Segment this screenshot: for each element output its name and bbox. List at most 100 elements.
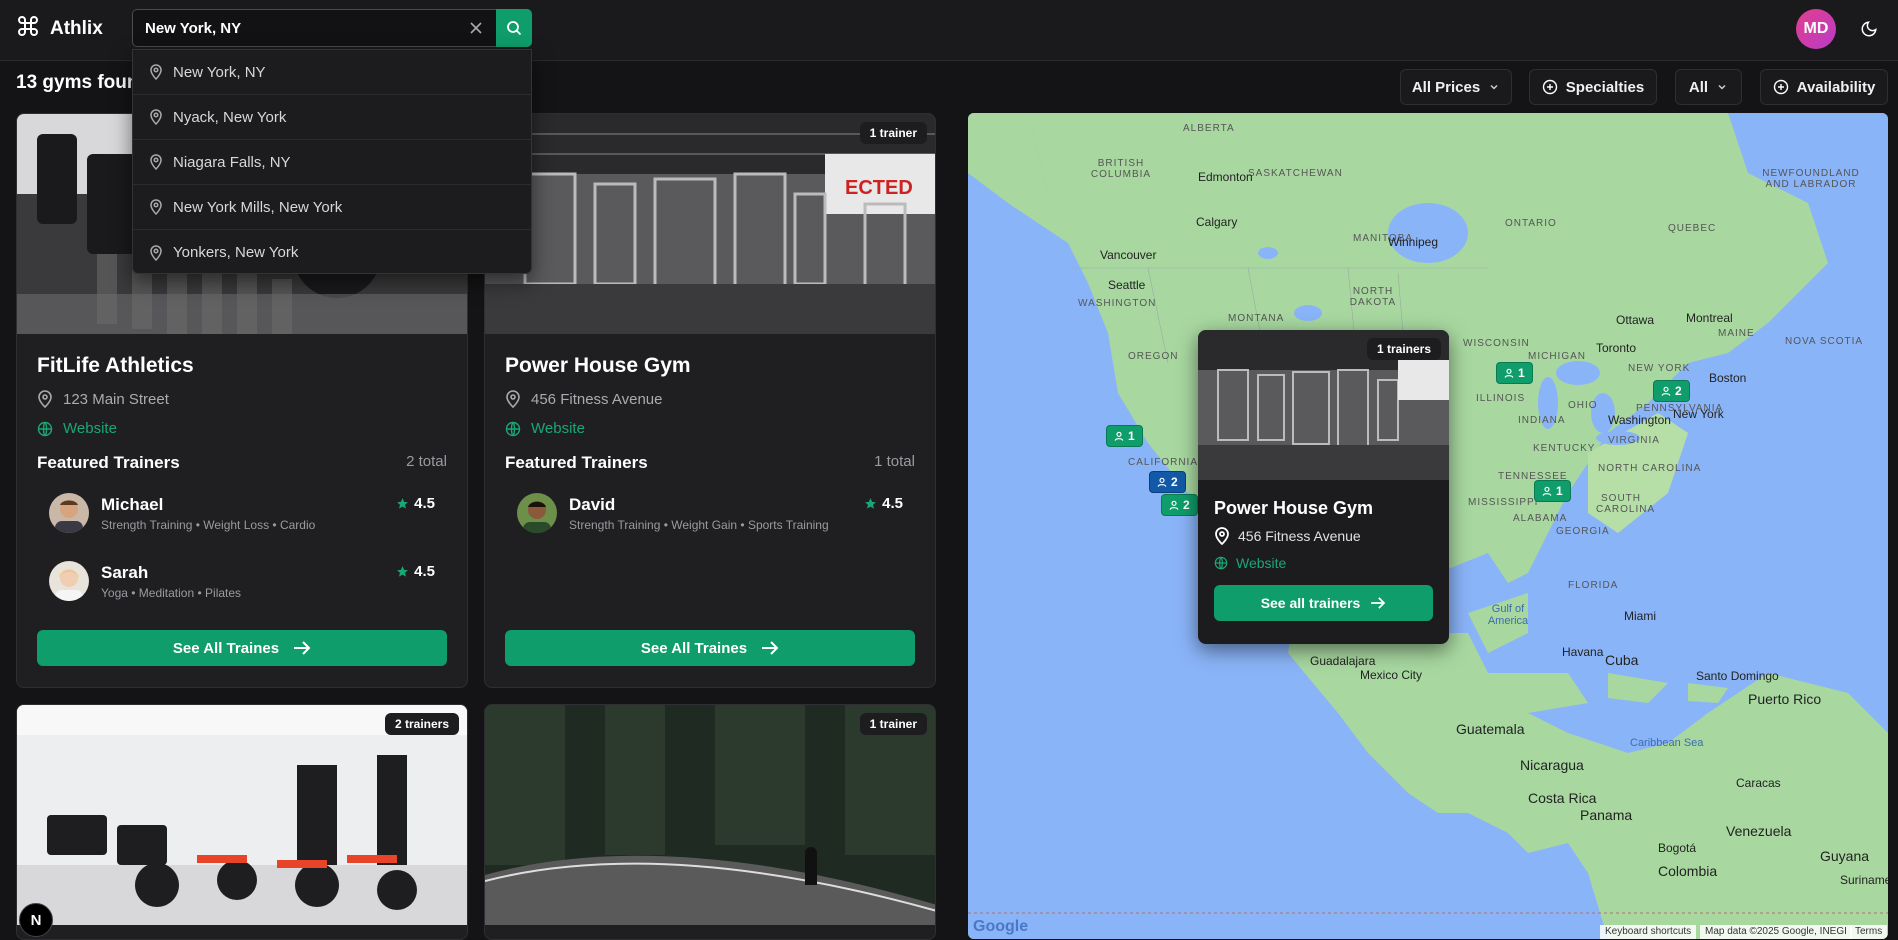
- map-pin-icon: [150, 244, 162, 261]
- region-label: BRITISH COLUMBIA: [1090, 158, 1152, 180]
- suggestion-item[interactable]: Yonkers, New York: [133, 230, 531, 275]
- water-label: Caribbean Sea: [1630, 737, 1704, 749]
- gym-photo: 1 trainer: [485, 705, 935, 925]
- chevron-down-icon: [1718, 84, 1726, 90]
- see-all-trainers-button[interactable]: See All Traines: [37, 630, 447, 666]
- city-label: Boston: [1709, 371, 1747, 385]
- map-pin-icon: [150, 64, 162, 80]
- gym-address: 456 Fitness Avenue: [505, 390, 915, 408]
- region-label: OREGON: [1128, 351, 1179, 362]
- search-button[interactable]: [496, 9, 532, 47]
- trainer-specialties: Strength Training • Weight Loss • Cardio: [101, 517, 316, 532]
- arrow-right-icon: [294, 641, 311, 655]
- popup-gym-address: 456 Fitness Avenue: [1214, 527, 1433, 545]
- map-marker[interactable]: 1: [1496, 362, 1533, 384]
- gym-website-link[interactable]: Website: [37, 420, 447, 437]
- arrow-right-icon: [762, 641, 779, 655]
- region-label: CALIFORNIA: [1128, 457, 1199, 468]
- region-label: ONTARIO: [1505, 218, 1557, 229]
- region-label: NEWFOUNDLAND AND LABRADOR: [1762, 168, 1860, 190]
- star-icon: [397, 498, 409, 509]
- region-label: MONTANA: [1228, 313, 1285, 324]
- search-bar: [132, 9, 532, 47]
- gym-website-link[interactable]: Website: [505, 420, 915, 437]
- city-label: Edmonton: [1198, 170, 1253, 184]
- featured-trainers-header: Featured Trainers 1 total: [505, 453, 915, 472]
- popup-website-link[interactable]: Website: [1214, 555, 1433, 571]
- dev-tools-badge[interactable]: N: [19, 903, 53, 937]
- suggestion-item[interactable]: New York Mills, New York: [133, 185, 531, 230]
- region-label: NOVA SCOTIA: [1785, 336, 1864, 347]
- plus-circle-icon: [1773, 79, 1788, 95]
- map-marker[interactable]: 2: [1149, 471, 1186, 493]
- terms-link[interactable]: Terms: [1850, 925, 1888, 939]
- trainer-count-badge: 1 trainer: [859, 713, 927, 735]
- city-label: Costa Rica: [1528, 790, 1597, 806]
- app-name: Athlix: [50, 17, 103, 39]
- gym-map-popup: 1 trainers Power House Gym 456 Fitness A…: [1198, 330, 1449, 644]
- city-label: Washington: [1608, 413, 1671, 427]
- region-label: MICHIGAN: [1528, 351, 1586, 362]
- map-marker[interactable]: 2: [1161, 494, 1198, 516]
- gym-name: Power House Gym: [505, 354, 691, 377]
- specialties-filter[interactable]: Specialties: [1529, 69, 1657, 105]
- gym-card: 1 trainer: [484, 704, 936, 940]
- user-icon: [1157, 477, 1167, 487]
- availability-filter[interactable]: Availability: [1760, 69, 1888, 105]
- map-marker[interactable]: 2: [1653, 380, 1690, 402]
- arrow-right-icon: [1371, 597, 1386, 609]
- city-label: Colombia: [1658, 863, 1718, 879]
- user-icon: [1504, 368, 1514, 378]
- map-pin-icon: [150, 154, 162, 170]
- popup-gym-name: Power House Gym: [1214, 498, 1374, 518]
- trainer-rating: 4.5: [396, 495, 435, 512]
- popup-see-all-trainers-button[interactable]: See all trainers: [1214, 585, 1433, 621]
- city-label: Calgary: [1196, 215, 1238, 229]
- theme-toggle-button[interactable]: [1852, 12, 1886, 46]
- suggestion-item[interactable]: Niagara Falls, NY: [133, 140, 531, 185]
- region-label: FLORIDA: [1568, 580, 1619, 591]
- user-icon: [1661, 386, 1671, 396]
- app-logo[interactable]: Athlix: [16, 14, 103, 43]
- city-label: Ottawa: [1616, 313, 1655, 327]
- trainer-row[interactable]: Sarah Yoga • Meditation • Pilates 4.5: [37, 553, 447, 609]
- trainer-specialties: Yoga • Meditation • Pilates: [101, 585, 242, 600]
- suggestion-item[interactable]: Nyack, New York: [133, 95, 531, 140]
- region-label: GEORGIA: [1556, 526, 1610, 537]
- region-label: OHIO: [1568, 400, 1598, 411]
- region-label: SOUTH CAROLINA: [1596, 493, 1656, 515]
- city-label: Cuba: [1605, 652, 1639, 668]
- map-pin-icon: [150, 109, 162, 125]
- location-search-input[interactable]: [132, 9, 496, 47]
- gym-card: ECTED 1 trainer Power House Gym 456 Fitn…: [484, 113, 936, 688]
- region-label: KENTUCKY: [1533, 443, 1596, 454]
- map-pin-icon: [506, 390, 520, 408]
- trainer-count-badge: 1 trainers: [1366, 338, 1441, 360]
- region-label: NORTH CAROLINA: [1598, 463, 1702, 474]
- city-label: Suriname: [1840, 873, 1888, 887]
- city-label: Vancouver: [1100, 248, 1157, 262]
- trainer-rating: 4.5: [864, 495, 903, 512]
- clear-search-icon[interactable]: [466, 18, 486, 38]
- trainer-row[interactable]: David Strength Training • Weight Gain • …: [505, 485, 915, 541]
- region-label: NEW YORK: [1628, 363, 1691, 374]
- region-label: NORTH DAKOTA: [1349, 286, 1397, 308]
- svg-text:ECTED: ECTED: [845, 177, 913, 199]
- globe-icon: [1214, 556, 1228, 570]
- suggestion-item[interactable]: New York, NY: [133, 50, 531, 95]
- city-label: New York: [1673, 407, 1724, 421]
- city-label: Panama: [1580, 807, 1633, 823]
- moon-icon: [1861, 21, 1877, 37]
- trainer-row[interactable]: Michael Strength Training • Weight Loss …: [37, 485, 447, 541]
- all-filter[interactable]: All: [1675, 69, 1742, 105]
- map-marker[interactable]: 1: [1534, 480, 1571, 502]
- user-avatar[interactable]: MD: [1796, 9, 1836, 49]
- map-pin-icon: [1215, 527, 1229, 545]
- prices-filter[interactable]: All Prices: [1400, 69, 1512, 105]
- keyboard-shortcuts-link[interactable]: Keyboard shortcuts: [1600, 925, 1697, 939]
- map-pin-icon: [150, 199, 162, 215]
- globe-icon: [505, 421, 521, 436]
- google-logo: Google: [973, 918, 1029, 935]
- city-label: Bogotá: [1658, 841, 1697, 855]
- see-all-trainers-button[interactable]: See All Traines: [505, 630, 915, 666]
